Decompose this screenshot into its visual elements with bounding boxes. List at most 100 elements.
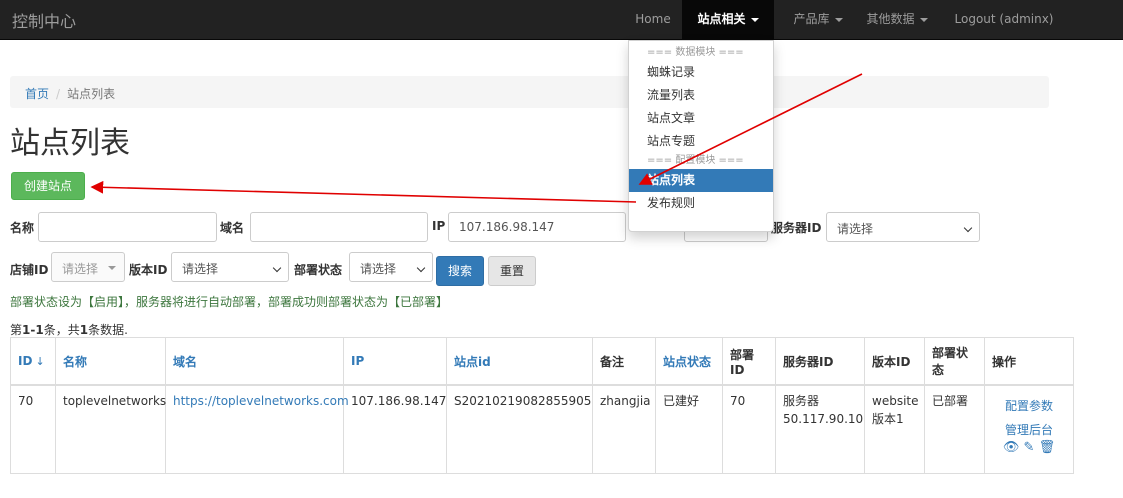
menu-item-site-topics[interactable]: 站点专题 [629, 130, 773, 153]
version-id-select-value: 请选择 [182, 262, 219, 276]
cell-version-id: website 版本1 [864, 384, 925, 474]
th-ip[interactable]: IP [343, 337, 447, 386]
caret-down-icon [750, 17, 759, 22]
name-input[interactable] [38, 212, 217, 242]
th-site-id-label[interactable]: 站点id [454, 355, 491, 369]
table-row: 70 toplevelnetworks https://toplevelnetw… [10, 384, 1074, 474]
eye-icon[interactable]: 👁︎ [1003, 440, 1020, 455]
cell-actions: 配置参数 管理后台 👁︎ ✎ 🗑︎ [984, 384, 1074, 474]
summary-prefix: 第 [10, 323, 23, 337]
ip-input[interactable]: 107.186.98.147 [448, 212, 626, 242]
breadcrumb-separator: / [56, 87, 61, 101]
th-deploy-id: 部署ID [722, 337, 776, 386]
brand-title[interactable]: 控制中心 [12, 8, 76, 32]
nav-site-related[interactable]: 站点相关 [682, 0, 774, 40]
version-label: 版本1 [872, 412, 904, 426]
th-ip-label[interactable]: IP [351, 354, 364, 368]
th-remark: 备注 [592, 337, 656, 386]
menu-item-site-list[interactable]: 站点列表 [629, 169, 773, 192]
cell-domain: https://toplevelnetworks.com [165, 384, 349, 474]
cell-ip: 107.186.98.147 [343, 384, 447, 474]
cell-remark: zhangjia [592, 384, 656, 474]
menu-item-site-articles[interactable]: 站点文章 [629, 107, 773, 130]
domain-link[interactable]: https://toplevelnetworks.com [173, 394, 349, 408]
th-name[interactable]: 名称 [55, 337, 166, 386]
deploy-status-select[interactable]: 请选择 [349, 252, 433, 282]
menu-item-publish-rules[interactable]: 发布规则 [629, 192, 773, 215]
cell-deploy-id: 70 [722, 384, 776, 474]
breadcrumb: 首页 / 站点列表 [10, 76, 1049, 108]
menu-item-traffic-list[interactable]: 流量列表 [629, 84, 773, 107]
th-id[interactable]: ID ↓︎ [10, 337, 56, 386]
arrow-annotation [90, 180, 637, 203]
top-navbar: 控制中心 Home 站点相关 产品库 其他数据 Logout (adminx) [0, 0, 1123, 40]
nav-logout[interactable]: Logout (adminx) [946, 0, 1062, 40]
th-version-id: 版本ID [864, 337, 925, 386]
caret-down-icon [834, 17, 843, 22]
nav-other-data[interactable]: 其他数据 [856, 0, 938, 40]
th-id-label[interactable]: ID [18, 354, 32, 368]
summary-suffix: 条数据. [88, 323, 128, 337]
version-id-select[interactable]: 请选择 [171, 252, 289, 282]
create-site-button[interactable]: 创建站点 [11, 172, 85, 200]
result-summary: 第1-1条，共1条数据. [10, 321, 128, 338]
th-site-status[interactable]: 站点状态 [655, 337, 723, 386]
shop-id-select-value: 请选择 [62, 262, 99, 276]
deploy-status-label: 部署状态 [294, 263, 343, 277]
cell-site-id: S20210219082855905 [446, 384, 593, 474]
pencil-icon[interactable]: ✎ [1024, 440, 1035, 455]
config-params-link[interactable]: 配置参数 [992, 396, 1066, 416]
table-header-row: ID ↓︎ 名称 域名 IP 站点id 备注 站点状态 部署ID 服务器ID 版本… [10, 337, 1074, 386]
server-id-select[interactable]: 请选择 [826, 212, 980, 242]
breadcrumb-current: 站点列表 [67, 87, 116, 101]
summary-middle: 条，共 [43, 323, 80, 337]
menu-item-spider-log[interactable]: 蜘蛛记录 [629, 61, 773, 84]
deploy-status-select-value: 请选择 [360, 262, 397, 276]
shop-id-label: 店铺ID [10, 263, 49, 277]
version-name: website [872, 394, 919, 408]
th-name-label[interactable]: 名称 [63, 355, 87, 369]
deploy-hint-text: 部署状态设为【启用】，服务器将进行自动部署，部署成功则部署状态为【已部署】 [10, 295, 449, 309]
search-button[interactable]: 搜索 [436, 256, 484, 286]
cell-id: 70 [10, 384, 56, 474]
chevron-down-icon [272, 263, 282, 273]
chevron-down-icon [963, 223, 973, 233]
cell-deploy-status: 已部署 [924, 384, 985, 474]
sites-table: ID ↓︎ 名称 域名 IP 站点id 备注 站点状态 部署ID 服务器ID 版本… [10, 337, 1074, 474]
th-domain[interactable]: 域名 [165, 337, 344, 386]
th-deploy-status: 部署状态 [924, 337, 985, 386]
site-related-dropdown: === 数据模块 === 蜘蛛记录 流量列表 站点文章 站点专题 === 配置模… [628, 40, 774, 232]
server-ip: 50.117.90.10 [783, 412, 864, 426]
ip-label: IP [432, 219, 446, 233]
action-icons: 👁︎ ✎ 🗑︎ [992, 440, 1066, 456]
dropdown-header-config: === 配置模块 === [647, 155, 744, 166]
admin-panel-link[interactable]: 管理后台 [992, 420, 1066, 440]
cell-name: toplevelnetworks [55, 384, 166, 474]
reset-button[interactable]: 重置 [488, 256, 536, 286]
summary-range: 1-1 [22, 323, 44, 337]
name-label: 名称 [10, 221, 35, 235]
th-server-id: 服务器ID [775, 337, 865, 386]
version-id-label: 版本ID [129, 263, 168, 277]
th-site-status-label[interactable]: 站点状态 [663, 355, 711, 369]
nav-products[interactable]: 产品库 [785, 0, 851, 40]
summary-total: 1 [79, 323, 89, 337]
nav-home[interactable]: Home [624, 0, 682, 40]
domain-input[interactable] [250, 212, 428, 242]
th-domain-label[interactable]: 域名 [173, 355, 197, 369]
caret-down-icon [919, 17, 928, 22]
shop-id-select[interactable]: 请选择 [51, 252, 125, 282]
caret-down-icon [108, 266, 116, 270]
th-site-id[interactable]: 站点id [446, 337, 593, 386]
chevron-down-icon [416, 263, 426, 273]
sort-icon[interactable]: ↓︎ [35, 355, 44, 368]
dropdown-header-data: === 数据模块 === [647, 47, 744, 58]
cell-site-status: 已建好 [655, 384, 723, 474]
trash-icon[interactable]: 🗑︎ [1039, 440, 1056, 455]
server-name: 服务器 [783, 394, 820, 408]
domain-label: 域名 [220, 221, 245, 235]
breadcrumb-home[interactable]: 首页 [25, 87, 49, 101]
server-id-select-value: 请选择 [837, 222, 874, 236]
server-id-label: 服务器ID [771, 221, 822, 235]
th-actions: 操作 [984, 337, 1074, 386]
